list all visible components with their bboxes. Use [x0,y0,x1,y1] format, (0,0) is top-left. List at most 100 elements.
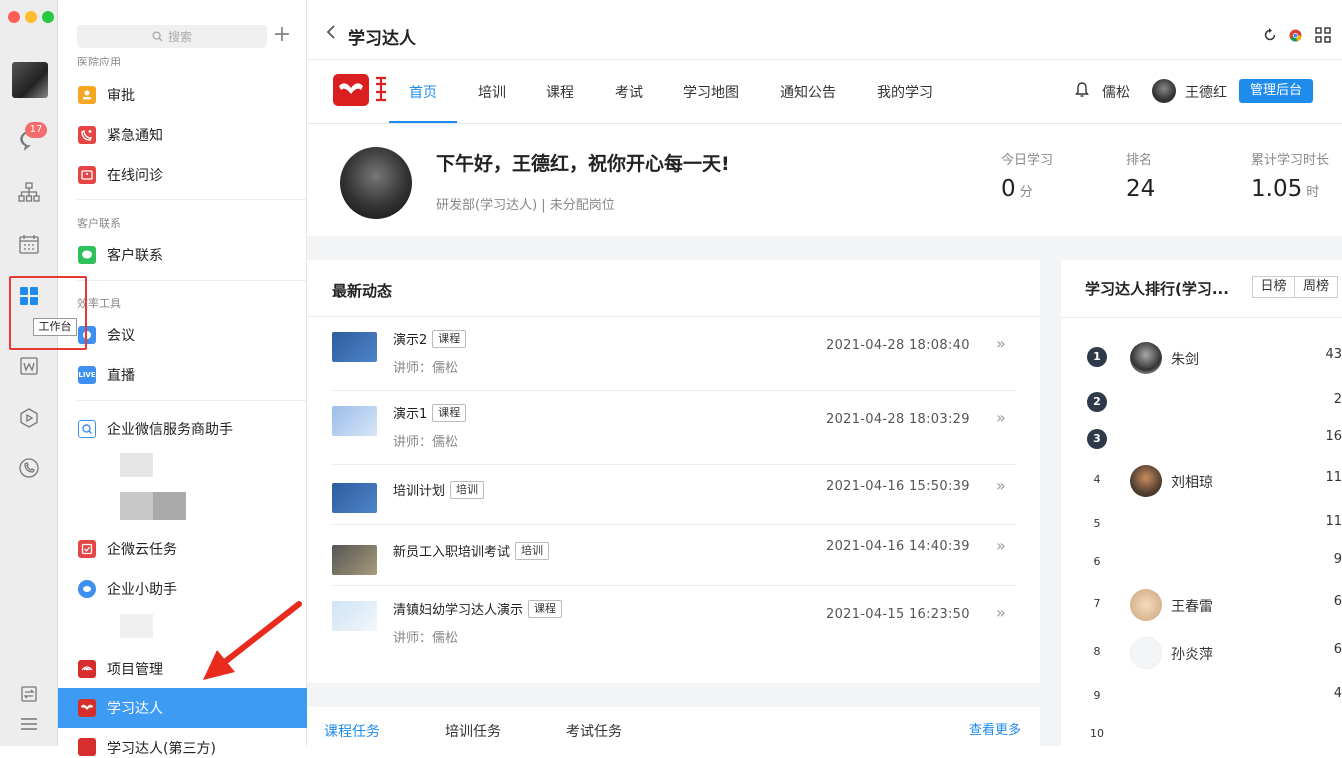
news-expand-icon[interactable]: » [996,408,1006,427]
rank-row[interactable]: 5 11 [1061,509,1342,539]
minimize-window-button[interactable] [25,11,37,23]
tab-exams[interactable]: 考试 [615,82,643,102]
latest-news-card: 最新动态 演示2 课程 讲师：儒松 2021-04-28 18:08:40 » 演… [307,260,1040,683]
workbench-tooltip: 工作台 [33,318,77,336]
bell-icon[interactable] [1075,82,1089,98]
menu-icon[interactable] [17,712,41,736]
tab-my-learning[interactable]: 我的学习 [877,82,933,102]
stat-number: 24 [1126,176,1156,202]
title-bar: 学习达人 [307,0,1342,60]
switch-icon[interactable] [17,682,41,706]
sidebar-item-meeting[interactable]: 会议 [58,315,307,355]
view-more-link[interactable]: 查看更多 [969,719,1021,738]
assistant-icon [78,580,96,598]
stat-value-today: 0分 [1001,176,1033,202]
rank-score: 43 [1325,347,1342,362]
news-thumbnail [332,332,377,362]
close-window-button[interactable] [8,11,20,23]
news-lecturer: 讲师：儒松 [393,361,459,376]
document-icon[interactable] [17,354,41,378]
calendar-icon[interactable] [17,232,41,256]
main-panel: 学习达人 首页 培训 课程 考试 学习地图 通知公告 我的学习 儒松 王德红 管… [307,0,1342,746]
nav-current-user[interactable]: 王德红 [1185,82,1227,102]
maximize-window-button[interactable] [42,11,54,23]
tab-home[interactable]: 首页 [409,82,437,102]
news-expand-icon[interactable]: » [996,536,1006,555]
news-title: 演示2 [393,333,428,348]
learning-third-icon [78,738,96,756]
sidebar-item-urgent-notice[interactable]: 紧急通知 [58,115,307,155]
rank-score: 2 [1333,392,1342,407]
rank-row[interactable]: 7 王春雷 6 [1061,589,1342,621]
tab-training[interactable]: 培训 [478,82,506,102]
rank-row[interactable]: 1 朱剑 43 [1061,342,1342,374]
qrcode-icon[interactable] [1314,26,1332,44]
search-input[interactable]: 搜索 [77,25,267,48]
sidebar-item-service-helper[interactable]: 企业微信服务商助手 [58,409,307,449]
news-title: 清镇妇幼学习达人演示 [393,603,524,618]
news-item[interactable]: 演示1 课程 讲师：儒松 2021-04-28 18:03:29 » [332,391,1017,465]
tab-daily-rank[interactable]: 日榜 [1252,276,1295,298]
rank-score: 16 [1325,429,1342,444]
rank-row[interactable]: 9 4 [1061,681,1342,711]
rank-row[interactable]: 8 孙炎萍 6 [1061,637,1342,669]
rank-row[interactable]: 2 2 [1061,387,1342,417]
rank-row[interactable]: 3 16 [1061,424,1342,454]
tab-weekly-rank[interactable]: 周榜 [1295,276,1338,298]
sidebar-item-label: 企微云任务 [107,542,177,558]
sidebar-item-online-consult[interactable]: 在线问诊 [58,155,307,195]
sidebar-item-approval[interactable]: 审批 [58,75,307,115]
blurred-item [120,614,153,638]
task-tabs-card: 课程任务 培训任务 考试任务 查看更多 [307,707,1040,746]
nav-avatar[interactable] [1152,79,1176,103]
contacts-icon[interactable] [17,180,41,204]
tab-training-tasks[interactable]: 培训任务 [445,721,501,741]
tab-course-tasks[interactable]: 课程任务 [324,721,380,741]
news-title: 培训计划 [393,484,446,499]
search-placeholder: 搜索 [167,30,192,44]
news-time: 2021-04-28 18:08:40 [826,338,970,353]
news-time: 2021-04-16 15:50:39 [826,479,970,494]
tab-courses[interactable]: 课程 [546,82,574,102]
sidebar-item-customer-contact[interactable]: 客户联系 [58,235,307,275]
video-icon[interactable] [17,406,41,430]
browser-icon[interactable] [1289,28,1302,42]
admin-console-button[interactable]: 管理后台 [1239,79,1313,103]
rank-score: 11 [1325,470,1342,485]
refresh-icon[interactable] [1263,28,1277,42]
sidebar-item-label: 直播 [107,368,135,384]
phone-icon[interactable] [17,456,41,480]
tab-exam-tasks[interactable]: 考试任务 [566,721,622,741]
news-item[interactable]: 清镇妇幼学习达人演示 课程 讲师：儒松 2021-04-15 16:23:50 » [332,586,1017,660]
rank-row[interactable]: 6 9 [1061,547,1342,577]
sidebar-item-cloud-task[interactable]: 企微云任务 [58,529,307,569]
greeting-text: 下午好，王德红，祝你开心每一天! [436,153,730,175]
rank-row[interactable]: 4 刘相琼 11 [1061,465,1342,497]
back-icon[interactable] [325,24,337,40]
rank-score: 9 [1333,552,1342,567]
tab-notices[interactable]: 通知公告 [780,82,836,102]
add-button[interactable]: + [272,22,292,48]
news-tag: 课程 [432,329,467,348]
sidebar-item-live[interactable]: LIVE 直播 [58,355,307,395]
news-item[interactable]: 新员工入职培训考试 培训 2021-04-16 14:40:39 » [332,525,1017,586]
rank-score: 6 [1333,594,1342,609]
sidebar-item-learning[interactable]: 学习达人 [58,688,307,728]
nav-user-name[interactable]: 儒松 [1102,82,1130,102]
user-avatar[interactable] [12,62,48,98]
workbench-highlight-box [9,276,87,350]
news-expand-icon[interactable]: » [996,603,1006,622]
live-icon: LIVE [78,366,96,384]
news-time: 2021-04-15 16:23:50 [826,607,970,622]
sidebar-item-learning-third[interactable]: 学习达人(第三方) [58,728,307,758]
news-item[interactable]: 培训计划 培训 2021-04-16 15:50:39 » [332,465,1017,525]
card-divider [1061,317,1342,318]
news-item[interactable]: 演示2 课程 讲师：儒松 2021-04-28 18:08:40 » [332,317,1017,391]
news-expand-icon[interactable]: » [996,476,1006,495]
news-expand-icon[interactable]: » [996,334,1006,353]
cloud-task-icon [78,540,96,558]
rank-row[interactable]: 10 [1061,719,1342,749]
sidebar-divider [77,280,307,281]
tab-learning-map[interactable]: 学习地图 [683,82,739,102]
active-tab-indicator [389,121,457,123]
